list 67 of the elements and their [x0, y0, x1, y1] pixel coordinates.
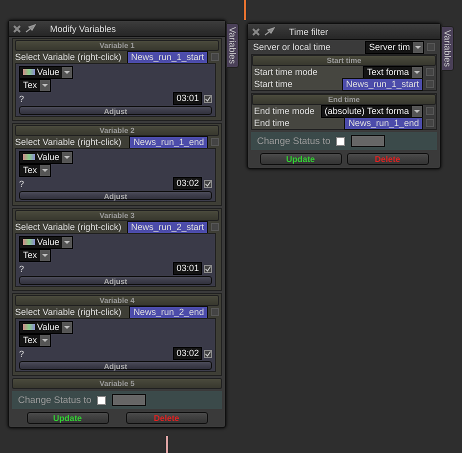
field-label: Start time mode — [254, 67, 318, 77]
checkbox[interactable] — [204, 350, 212, 358]
checkbox[interactable] — [204, 94, 212, 102]
status-color-field[interactable] — [112, 394, 146, 406]
time-field[interactable]: 03:01 — [173, 262, 202, 275]
time-field[interactable]: 03:02 — [173, 347, 202, 360]
mode-dropdown[interactable]: (absolute) Text forma — [320, 104, 423, 118]
status-label: Change Status to — [18, 394, 92, 406]
variable-field[interactable]: News_run_2_start — [126, 220, 208, 234]
update-button[interactable]: Update — [26, 412, 108, 424]
format-dropdown[interactable]: Tex — [19, 164, 52, 176]
close-icon[interactable] — [13, 24, 21, 32]
status-checkbox[interactable] — [97, 396, 106, 404]
variable-field[interactable]: News_run_1_start — [342, 78, 423, 90]
variable-field[interactable]: News_run_1_start — [126, 50, 208, 64]
select-variable-label: Select Variable (right-click) — [15, 52, 122, 62]
select-variable-label: Select Variable (right-click) — [15, 137, 122, 147]
field-label: Server or local time — [253, 42, 331, 52]
checkbox[interactable] — [427, 43, 435, 51]
format-dropdown[interactable]: Tex — [19, 248, 52, 262]
update-button[interactable]: Update — [260, 153, 342, 165]
help-mark: ? — [19, 264, 24, 274]
field-label: End time — [254, 118, 290, 128]
type-dropdown[interactable]: Value — [19, 66, 74, 78]
status-color-field[interactable] — [351, 135, 386, 147]
pin-icon[interactable] — [25, 24, 36, 33]
checkbox[interactable] — [211, 53, 219, 61]
checkbox[interactable] — [204, 180, 212, 188]
type-dropdown[interactable]: Value — [19, 320, 74, 334]
help-mark: ? — [19, 178, 24, 188]
select-variable-label: Select Variable (right-click) — [15, 307, 122, 317]
panel-title: Time filter — [289, 26, 328, 36]
field-label: Start time — [254, 79, 293, 89]
help-mark: ? — [19, 94, 24, 104]
checkmark-icon — [205, 96, 211, 102]
checkmark-icon — [205, 350, 211, 356]
format-dropdown[interactable]: Tex — [19, 78, 52, 92]
field-label: End time mode — [254, 106, 315, 116]
checkbox[interactable] — [426, 107, 434, 115]
variable-field[interactable]: News_run_2_end — [129, 306, 208, 318]
format-dropdown[interactable]: Tex — [19, 334, 52, 346]
type-dropdown[interactable]: Value — [19, 236, 74, 248]
variable-field[interactable]: News_run_1_end — [344, 116, 423, 130]
checkbox[interactable] — [426, 80, 434, 88]
select-variable-label: Select Variable (right-click) — [15, 222, 122, 232]
mode-dropdown[interactable]: Text forma — [362, 66, 423, 78]
status-label: Change Status to — [257, 136, 330, 146]
panel-title: Modify Variables — [50, 24, 116, 34]
checkbox[interactable] — [426, 68, 434, 76]
checkbox[interactable] — [211, 138, 219, 146]
help-mark: ? — [19, 348, 24, 358]
time-field[interactable]: 03:02 — [173, 177, 202, 190]
variables-side-tab[interactable]: Variables — [441, 26, 454, 71]
close-icon[interactable] — [252, 28, 260, 36]
checkmark-icon — [205, 266, 211, 272]
checkbox[interactable] — [426, 119, 434, 127]
checkbox[interactable] — [204, 264, 212, 272]
time-field[interactable]: 03:01 — [173, 92, 202, 105]
status-checkbox[interactable] — [336, 136, 346, 146]
mode-dropdown[interactable]: Server tim — [364, 40, 424, 54]
variable-field[interactable]: News_run_1_end — [129, 136, 208, 148]
pin-icon[interactable] — [264, 27, 275, 36]
checkmark-icon — [205, 180, 211, 186]
type-dropdown[interactable]: Value — [19, 150, 74, 164]
checkbox[interactable] — [211, 308, 219, 316]
checkbox[interactable] — [211, 223, 219, 231]
variables-side-tab[interactable]: Variables — [226, 23, 239, 68]
